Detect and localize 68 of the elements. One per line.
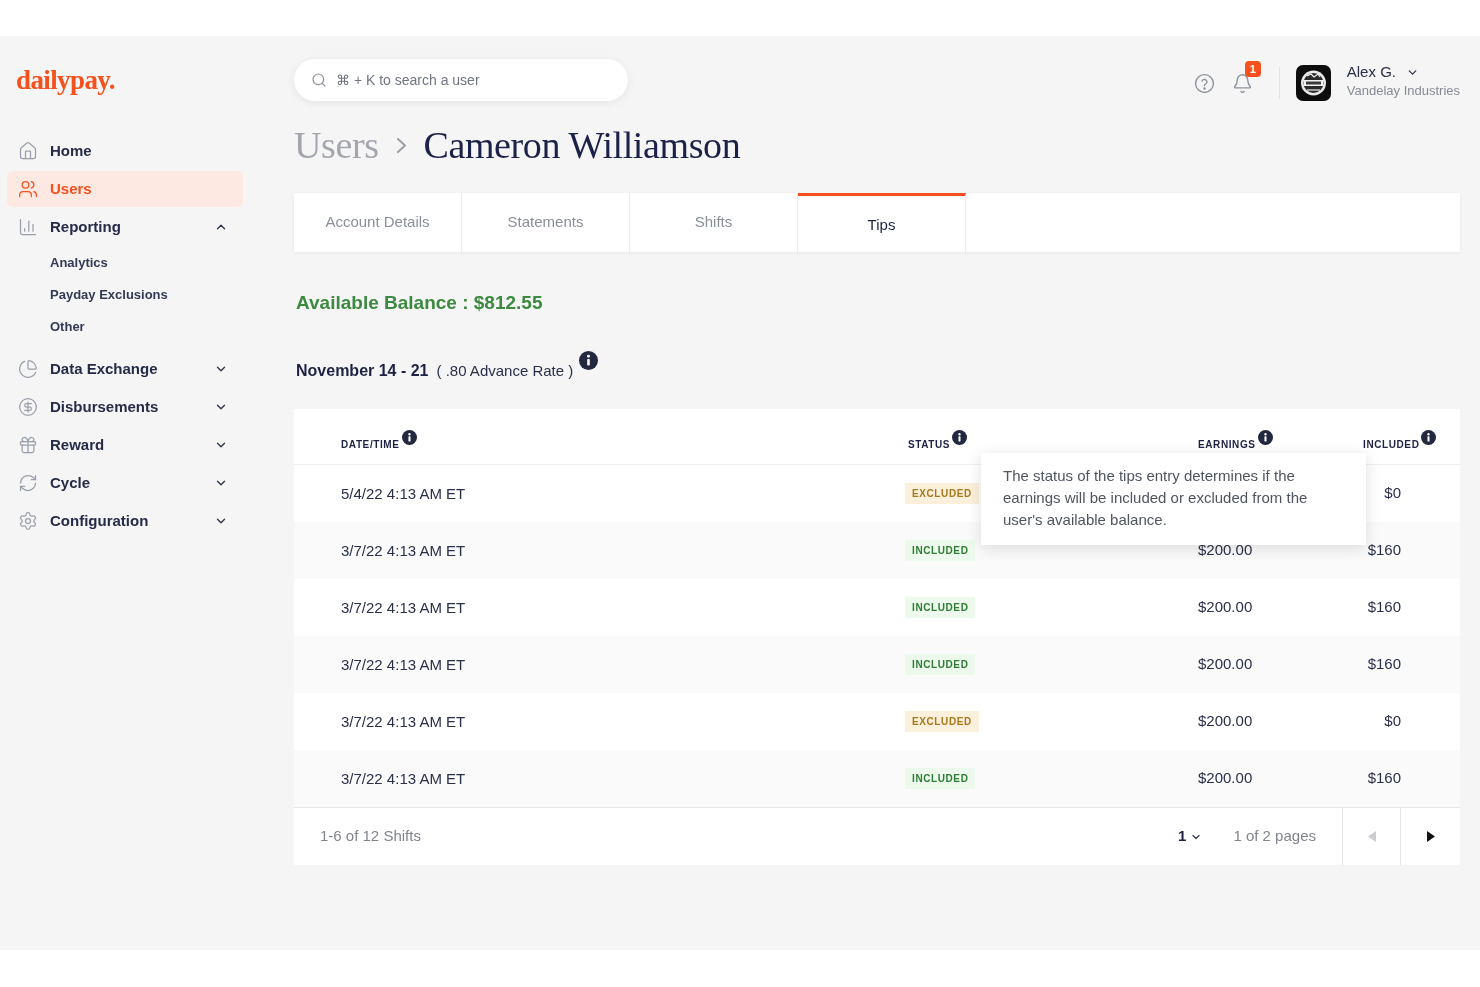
nav-subitem[interactable]: Other: [50, 311, 85, 343]
dollar-coin-icon: [18, 397, 38, 417]
included-cell-text: $160: [1367, 768, 1401, 789]
earnings-cell-text: $200.00: [1198, 654, 1253, 675]
status-badge: INCLUDED: [905, 540, 976, 561]
settings-icon: [18, 511, 38, 531]
status-badge: EXCLUDED: [905, 711, 979, 732]
status-badge: INCLUDED: [905, 768, 976, 789]
column-header: STATUS: [908, 439, 951, 451]
period-range: November 14 - 21: [296, 361, 429, 381]
nav-item[interactable]: Cycle: [7, 465, 243, 501]
bell-icon[interactable]: [1231, 72, 1253, 94]
tab[interactable]: Tips: [798, 193, 966, 252]
page-select[interactable]: 1: [1178, 825, 1203, 848]
nav-item[interactable]: Reward: [7, 427, 243, 463]
info-icon[interactable]: [1421, 430, 1437, 445]
included-cell-text: $0: [1384, 483, 1401, 504]
info-icon[interactable]: [952, 430, 968, 445]
search-field[interactable]: ⌘ + K to search a user: [294, 59, 628, 101]
earnings-cell-text: $200.00: [1198, 597, 1253, 618]
date-time-cell: 3/7/22 4:13 AM ET: [341, 598, 466, 616]
info-icon[interactable]: [1257, 430, 1273, 445]
search-icon: [311, 72, 327, 88]
date-time-cell: 3/7/22 4:13 AM ET: [341, 655, 466, 673]
date-time-cell: 3/7/22 4:13 AM ET: [341, 541, 466, 559]
help-icon[interactable]: [1193, 72, 1215, 94]
date-time-cell: 3/7/22 4:13 AM ET: [341, 712, 466, 730]
nav-item[interactable]: Reporting: [7, 209, 243, 245]
nav-item[interactable]: Configuration: [7, 503, 243, 539]
users-icon: [18, 179, 38, 199]
notification-badge: 1: [1244, 60, 1261, 77]
column-header: EARNINGS: [1198, 439, 1256, 451]
included-cell-text: $0: [1384, 711, 1401, 732]
nav-item[interactable]: Disbursements: [7, 389, 243, 425]
date-time-cell: 3/7/22 4:13 AM ET: [341, 769, 466, 787]
column-header: DATE/TIME: [341, 439, 400, 451]
nav-subitem[interactable]: Payday Exclusions: [50, 279, 168, 311]
tooltip: The status of the tips entry determines if the earnings will be included or excluded from the user's available balance.: [981, 453, 1366, 545]
refresh-icon: [18, 473, 38, 493]
advance-rate: ( .80 Advance Rate ): [436, 361, 574, 381]
company-name: Vandelay Industries: [1346, 83, 1460, 99]
bar-chart-icon: [18, 217, 38, 237]
status-badge: INCLUDED: [905, 597, 976, 618]
info-icon[interactable]: [579, 351, 599, 370]
pie-chart-icon: [18, 359, 38, 379]
search-input[interactable]: ⌘ + K to search a user: [336, 69, 612, 91]
gift-icon: [18, 435, 38, 455]
date-time-cell: 5/4/22 4:13 AM ET: [341, 484, 466, 502]
status-badge: EXCLUDED: [905, 483, 979, 504]
page-count: 1 of 2 pages: [1233, 826, 1316, 847]
house-icon: [18, 141, 38, 161]
chevron-right-icon: [396, 137, 406, 153]
info-icon[interactable]: [401, 430, 417, 445]
earnings-cell-text: $200.00: [1198, 711, 1253, 732]
column-header: INCLUDED: [1363, 439, 1420, 451]
nav-item[interactable]: Home: [7, 133, 243, 169]
earnings-cell-text: $200.00: [1198, 768, 1253, 789]
available-balance: Available Balance : $812.55: [296, 291, 543, 315]
page-title: Cameron Williamson: [423, 123, 741, 167]
included-cell-text: $160: [1367, 540, 1401, 561]
user-menu-button[interactable]: Alex G.: [1346, 63, 1419, 81]
included-cell-text: $160: [1367, 597, 1401, 618]
status-badge: INCLUDED: [905, 654, 976, 675]
results-summary: 1-6 of 12 Shifts: [320, 826, 421, 847]
nav-subitem[interactable]: Analytics: [50, 247, 108, 279]
company-logo: [1295, 65, 1331, 101]
included-cell-text: $160: [1367, 654, 1401, 675]
nav-item[interactable]: Data Exchange: [7, 351, 243, 387]
